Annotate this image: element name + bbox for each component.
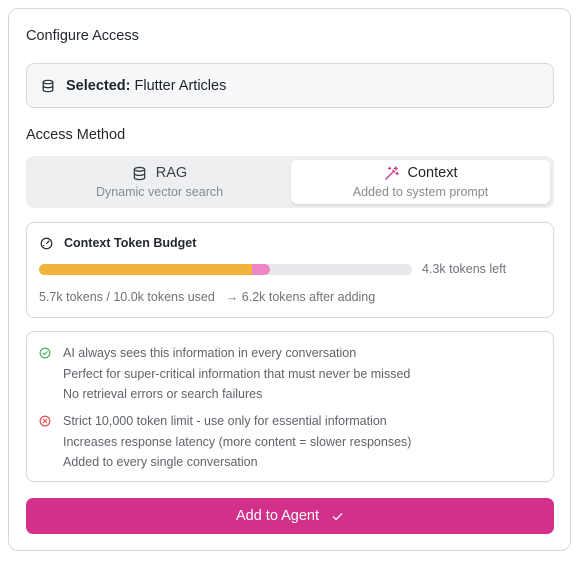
access-option-description: Dynamic vector search [95,185,224,199]
x-circle-icon [39,415,51,427]
con-item: Strict 10,000 token limit - use only for… [63,414,387,428]
access-method-title: Access Method [26,127,126,143]
magic-wand-icon [384,165,399,180]
selected-source: Selected: Flutter Articles [26,63,554,108]
con-item: Increases response latency (more content… [63,434,412,449]
selected-label: Selected: [66,77,131,94]
used-tokens-fill [39,264,252,275]
con-item: Added to every single conversation [63,455,258,469]
pro-item: Perfect for super-critical information t… [63,366,411,381]
pro-item: AI always sees this information in every… [63,346,357,360]
add-to-agent-label: Add to Agent [235,508,320,524]
tokens-left: 4.3k tokens left [422,262,507,276]
access-option-label: RAG [155,165,188,181]
access-option-description: Added to system prompt [352,185,489,199]
panel-title: Configure Access [26,28,139,44]
tokens-used-text: 5.7k tokens / 10.0k tokens used [39,290,215,304]
access-option-rag[interactable]: RAG Dynamic vector search [30,160,289,204]
add-to-agent-button[interactable]: Add to Agent [26,498,554,534]
access-option-context[interactable]: Context Added to system prompt [291,160,550,204]
adding-tokens-fill [251,264,271,275]
configure-access-panel: Configure Access Selected: Flutter Artic… [8,8,571,551]
database-icon [133,166,146,180]
check-icon [332,512,343,520]
budget-title: Context Token Budget [64,236,197,250]
access-option-label: Context [407,165,458,181]
database-icon [42,79,54,92]
tradeoffs-card: AI always sees this information in every… [26,331,554,482]
gauge-icon [40,237,53,249]
tokens-after-text: → 6.2k tokens after adding [225,290,376,304]
pro-item: No retrieval errors or search failures [63,387,263,401]
token-progress-bar [39,264,412,275]
selected-value: Flutter Articles [134,77,227,94]
access-method-toggle: RAG Dynamic vector search Context Added … [26,156,554,208]
check-circle-icon [39,347,51,359]
token-budget-card: Context Token Budget 4.3k tokens left 5.… [26,222,554,318]
